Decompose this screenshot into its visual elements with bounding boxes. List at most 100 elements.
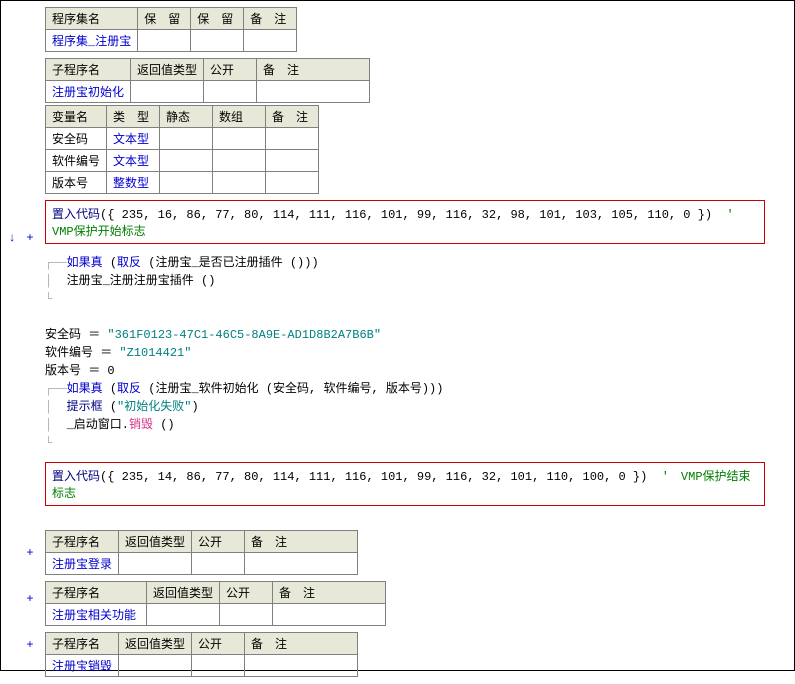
cell[interactable] [266,150,319,172]
keyword: 取反 [117,256,141,270]
code-highlight-box[interactable]: 置入代码({ 235, 16, 86, 77, 80, 114, 111, 11… [45,200,765,244]
expand-icon[interactable]: + [23,231,37,245]
cell[interactable] [213,172,266,194]
col-header: 备 注 [245,531,358,553]
code-args: ({ 235, 14, 86, 77, 80, 114, 111, 116, 1… [100,470,647,484]
cell[interactable] [160,150,213,172]
number-literal: 0 [107,364,114,378]
col-header: 返回值类型 [119,531,192,553]
cell[interactable] [245,655,358,677]
code-block[interactable]: ┌──如果真 (取反 (注册宝_是否已注册插件 ())) │ 注册宝_注册注册宝… [45,254,794,452]
cell[interactable] [138,30,191,52]
gutter: ↓ + + + + [1,1,41,677]
col-header: 子程序名 [46,531,119,553]
table-row: 版本号 整数型 [46,172,319,194]
col-header: 返回值类型 [119,633,192,655]
keyword: 取反 [117,382,141,396]
code-text: ( [103,382,117,396]
assembly-table: 程序集名 保 留 保 留 备 注 程序集_注册宝 [45,7,297,52]
var-type-cell[interactable]: 文本型 [107,150,160,172]
subroutine-table: 子程序名 返回值类型 公开 备 注 注册宝登录 [45,530,358,575]
cell[interactable] [131,81,204,103]
cell[interactable] [244,30,297,52]
code-text: () [153,418,175,432]
table-row: 安全码 文本型 [46,128,319,150]
var-name-cell[interactable]: 版本号 [46,172,107,194]
var-type-cell[interactable]: 文本型 [107,128,160,150]
code-text: 注册宝_注册注册宝插件 () [67,274,216,288]
subroutine-name-cell[interactable]: 注册宝相关功能 [46,604,147,626]
cell[interactable] [266,172,319,194]
code-text: _启动窗口. [67,418,129,432]
cell[interactable] [245,553,358,575]
col-header: 子程序名 [46,59,131,81]
var-name-cell[interactable]: 软件编号 [46,150,107,172]
var-type-cell[interactable]: 整数型 [107,172,160,194]
subroutine-name-cell[interactable]: 注册宝销毁 [46,655,119,677]
code-highlight-box[interactable]: 置入代码({ 235, 14, 86, 77, 80, 114, 111, 11… [45,462,765,506]
cell[interactable] [257,81,370,103]
col-header: 公开 [204,59,257,81]
breakpoint-arrow[interactable]: ↓ [5,231,19,245]
code-text: ( [103,400,117,414]
col-header: 返回值类型 [147,582,220,604]
col-header: 公开 [192,633,245,655]
expand-icon[interactable]: + [23,638,37,652]
subroutine-table: 子程序名 返回值类型 公开 备 注 注册宝销毁 [45,632,358,677]
col-header: 静态 [160,106,213,128]
col-header: 备 注 [257,59,370,81]
string-literal: "初始化失败" [117,400,191,414]
col-header: 保 留 [138,8,191,30]
cell[interactable] [119,553,192,575]
code-text: (注册宝_是否已注册插件 ())) [141,256,319,270]
code-text: 软件编号 ＝ [45,346,119,360]
assembly-name-cell[interactable]: 程序集_注册宝 [46,30,138,52]
subroutine-name-cell[interactable]: 注册宝初始化 [46,81,131,103]
col-header: 公开 [192,531,245,553]
code-text: ( [103,256,117,270]
cell[interactable] [213,150,266,172]
code-args: ({ 235, 16, 86, 77, 80, 114, 111, 116, 1… [100,208,712,222]
keyword: 如果真 [67,382,103,396]
cell[interactable] [192,655,245,677]
subroutine-table: 子程序名 返回值类型 公开 备 注 注册宝相关功能 [45,581,386,626]
expand-icon[interactable]: + [23,546,37,560]
cell[interactable] [204,81,257,103]
subroutine-table: 子程序名 返回值类型 公开 备 注 注册宝初始化 [45,58,370,103]
col-header: 备 注 [244,8,297,30]
cell[interactable] [192,553,245,575]
var-name-cell[interactable]: 安全码 [46,128,107,150]
expand-icon[interactable]: + [23,592,37,606]
string-literal: "361F0123-47C1-46C5-8A9E-AD1D8B2A7B6B" [107,328,381,342]
table-row: 软件编号 文本型 [46,150,319,172]
cell[interactable] [119,655,192,677]
cell[interactable] [160,128,213,150]
method-name: 销毁 [129,418,153,432]
cell[interactable] [266,128,319,150]
keyword: 提示框 [67,400,103,414]
col-header: 保 留 [191,8,244,30]
code-text: 安全码 ＝ [45,328,107,342]
cell[interactable] [213,128,266,150]
cell[interactable] [220,604,273,626]
code-text: (注册宝_软件初始化 (安全码, 软件编号, 版本号))) [141,382,443,396]
col-header: 备 注 [266,106,319,128]
variables-table: 变量名 类 型 静态 数组 备 注 安全码 文本型 软件编号 文本型 [45,105,319,194]
code-func: 置入代码 [52,470,100,484]
code-text: 版本号 ＝ [45,364,107,378]
cell[interactable] [191,30,244,52]
col-header: 类 型 [107,106,160,128]
col-header: 数组 [213,106,266,128]
col-header: 子程序名 [46,633,119,655]
col-header: 公开 [220,582,273,604]
code-text: ) [191,400,198,414]
col-header: 程序集名 [46,8,138,30]
string-literal: "Z1014421" [119,346,191,360]
cell[interactable] [273,604,386,626]
cell[interactable] [147,604,220,626]
cell[interactable] [160,172,213,194]
col-header: 备 注 [245,633,358,655]
keyword: 如果真 [67,256,103,270]
subroutine-name-cell[interactable]: 注册宝登录 [46,553,119,575]
col-header: 变量名 [46,106,107,128]
